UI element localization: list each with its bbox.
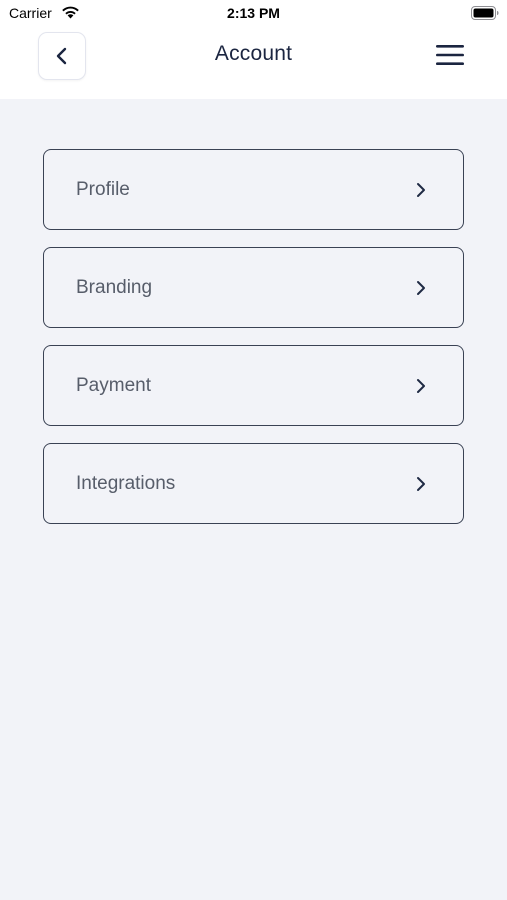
chevron-right-icon — [417, 280, 425, 295]
page-title: Account — [214, 42, 293, 65]
header-bar: Account — [0, 28, 507, 99]
status-time: 2:13 PM — [227, 5, 280, 21]
menu-item-profile[interactable]: Profile — [43, 149, 464, 230]
chevron-right-icon — [417, 476, 425, 491]
menu-item-label: Integrations — [76, 472, 176, 494]
battery-icon — [471, 6, 499, 20]
menu-item-branding[interactable]: Branding — [43, 247, 464, 328]
menu-item-integrations[interactable]: Integrations — [43, 443, 464, 524]
menu-button[interactable] — [432, 38, 468, 72]
status-bar: Carrier 2:13 PM — [0, 0, 507, 28]
hamburger-menu-icon — [436, 45, 464, 65]
menu-item-label: Profile — [76, 178, 130, 200]
chevron-right-icon — [417, 378, 425, 393]
menu-item-label: Branding — [76, 276, 153, 298]
menu-item-label: Payment — [76, 374, 151, 396]
menu-item-payment[interactable]: Payment — [43, 345, 464, 426]
chevron-right-icon — [417, 182, 425, 197]
account-menu-list: Profile Branding Payment Integrations — [43, 149, 465, 541]
